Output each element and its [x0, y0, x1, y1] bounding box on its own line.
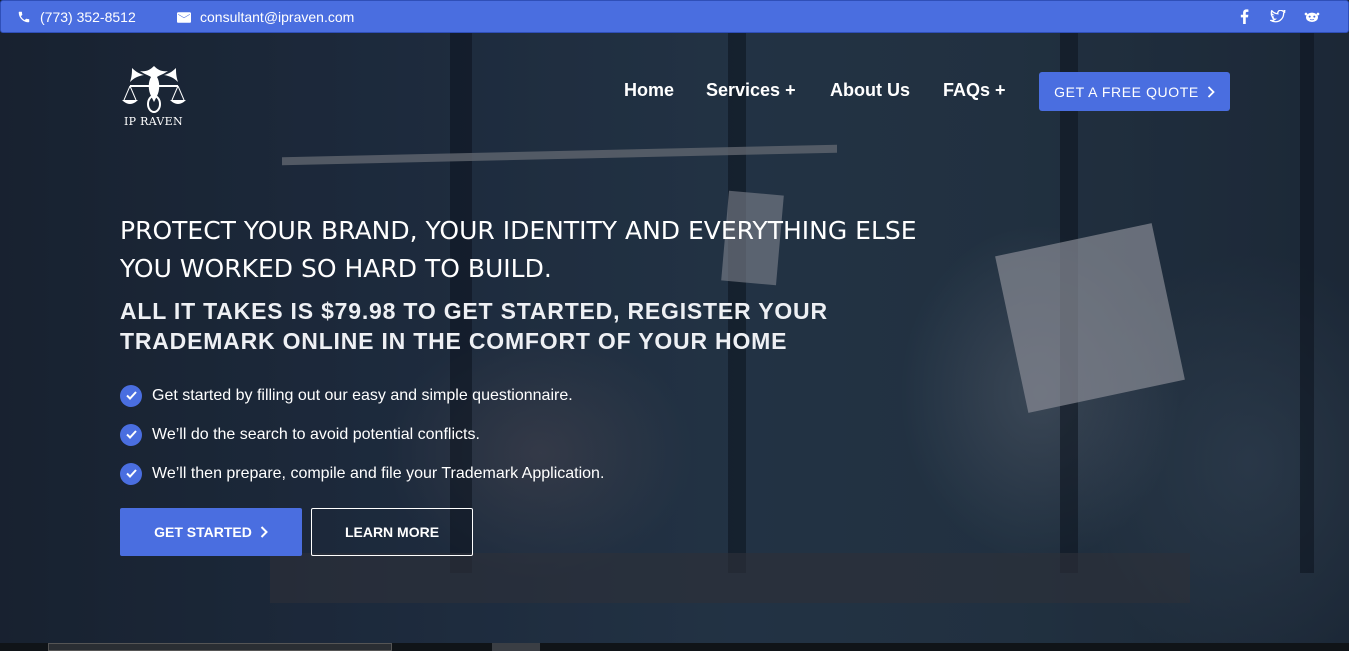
- checklist-item: We’ll do the search to avoid potential c…: [120, 415, 604, 454]
- facebook-icon[interactable]: [1236, 8, 1252, 24]
- phone-contact[interactable]: (773) 352-8512: [17, 9, 136, 25]
- feature-checklist: Get started by filling out our easy and …: [120, 376, 604, 493]
- email-contact[interactable]: consultant@ipraven.com: [177, 9, 354, 25]
- chevron-right-icon: [1207, 85, 1215, 98]
- checkmark-icon: [120, 384, 142, 407]
- checkmark-icon: [120, 423, 142, 446]
- taskbar-button[interactable]: [492, 643, 540, 651]
- reddit-icon[interactable]: [1304, 8, 1320, 24]
- logo-text: IP RAVEN: [124, 115, 183, 128]
- hero-subheadline: ALL IT TAKES IS $79.98 TO GET STARTED, R…: [120, 298, 828, 354]
- social-links: [1236, 8, 1320, 24]
- get-started-label: GET STARTED: [154, 524, 252, 540]
- learn-more-label: LEARN MORE: [344, 524, 440, 540]
- checklist-text: Get started by filling out our easy and …: [152, 386, 573, 404]
- learn-more-button[interactable]: LEARN MORE: [311, 508, 473, 556]
- top-contact-bar: (773) 352-8512 consultant@ipraven.com: [0, 0, 1349, 33]
- checkmark-icon: [120, 462, 142, 485]
- get-free-quote-button[interactable]: GET A FREE QUOTE: [1039, 72, 1230, 111]
- get-started-button[interactable]: GET STARTED: [120, 508, 302, 556]
- quote-button-label: GET A FREE QUOTE: [1054, 83, 1199, 100]
- checklist-item: We’ll then prepare, compile and file you…: [120, 454, 604, 493]
- checklist-text: We’ll do the search to avoid potential c…: [152, 425, 480, 443]
- phone-number: (773) 352-8512: [40, 9, 136, 25]
- checklist-item: Get started by filling out our easy and …: [120, 376, 604, 415]
- nav-faqs[interactable]: FAQs +: [943, 80, 1006, 101]
- taskbar-window[interactable]: [48, 643, 392, 651]
- twitter-icon[interactable]: [1270, 8, 1286, 24]
- phone-icon: [18, 11, 30, 23]
- taskbar: [0, 643, 1349, 651]
- nav-about-us[interactable]: About Us: [830, 80, 910, 101]
- envelope-icon: [177, 11, 191, 23]
- checklist-text: We’ll then prepare, compile and file you…: [152, 464, 605, 482]
- hero-headline: PROTECT YOUR BRAND, YOUR IDENTITY AND EV…: [120, 216, 917, 283]
- nav-home[interactable]: Home: [624, 80, 674, 101]
- email-address: consultant@ipraven.com: [200, 9, 355, 25]
- nav-services[interactable]: Services +: [706, 80, 796, 101]
- chevron-right-icon: [260, 526, 268, 538]
